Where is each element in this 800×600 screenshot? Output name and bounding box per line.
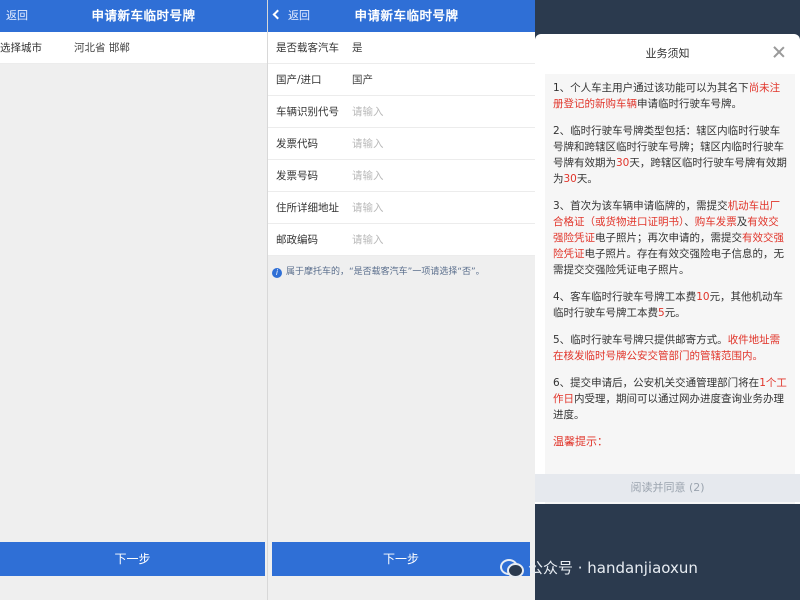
city-select-screen: 返回 申请新车临时号牌 选择城市 河北省 邯郸 下一步 xyxy=(0,0,267,600)
field-label: 邮政编码 xyxy=(276,234,318,246)
invoice-code-row: 发票代码 请输入 xyxy=(268,128,535,160)
notice-text: 电子照片；再次申请的，需提交 xyxy=(595,232,742,244)
modal-title: 业务须知 xyxy=(645,47,690,60)
notice-modal: 业务须知 1、个人车主用户通过该功能可以为其名下尚未注册登记的新购车辆申请临时行… xyxy=(535,34,800,504)
read-and-agree-button[interactable]: 阅读并同意 (2) xyxy=(535,474,800,502)
notice-item: 6、提交申请后，公安机关交通管理部门将在1个工作日内受理，期间可以通过网办进度查… xyxy=(553,375,787,423)
invoice-code-input[interactable]: 请输入 xyxy=(352,128,384,160)
highlight-text: 30 xyxy=(616,157,630,169)
highlight-text: 5 xyxy=(658,307,665,319)
domestic-import-value: 国产 xyxy=(352,74,373,86)
notice-screen: 业务须知 1、个人车主用户通过该功能可以为其名下尚未注册登记的新购车辆申请临时行… xyxy=(535,0,800,600)
highlight-text: 购车发票 xyxy=(694,216,737,228)
field-label: 是否载客汽车 xyxy=(276,42,339,54)
page-title: 申请新车临时号牌 xyxy=(354,8,459,23)
notice-content[interactable]: 1、个人车主用户通过该功能可以为其名下尚未注册登记的新购车辆申请临时行驶车号牌。… xyxy=(545,74,795,504)
notice-item: 1、个人车主用户通过该功能可以为其名下尚未注册登记的新购车辆申请临时行驶车号牌。 xyxy=(553,80,787,112)
tip-text: 属于摩托车的，“是否载客汽车”一项请选择“否”。 xyxy=(286,267,485,277)
city-label: 选择城市 xyxy=(0,42,42,54)
invoice-number-row: 发票号码 请输入 xyxy=(268,160,535,192)
wechat-icon xyxy=(500,558,524,578)
notice-text: 天。 xyxy=(576,173,598,185)
notice-text: 元。 xyxy=(664,307,686,319)
warm-tip-heading: 温馨提示： xyxy=(553,435,608,448)
field-label: 发票代码 xyxy=(276,138,318,150)
passenger-vehicle-row[interactable]: 是否载客汽车 是 xyxy=(268,32,535,64)
notice-text: 、 xyxy=(684,216,695,228)
page-title: 申请新车临时号牌 xyxy=(91,8,196,23)
notice-text: 电子照片。存在有效交强险电子信息的，无需提交交强险凭证电子照片。 xyxy=(553,248,784,276)
highlight-text: 10 xyxy=(696,291,710,303)
watermark: 公众号 · handanjiaoxun xyxy=(500,557,698,578)
field-label: 发票号码 xyxy=(276,170,318,182)
city-value: 河北省 邯郸 xyxy=(74,42,130,54)
info-icon: i xyxy=(272,268,282,278)
motorcycle-tip: i 属于摩托车的，“是否载客汽车”一项请选择“否”。 xyxy=(272,264,485,278)
vin-row: 车辆识别代号 请输入 xyxy=(268,96,535,128)
notice-item: 3、首次为该车辆申请临牌的，需提交机动车出厂合格证（或货物进口证明书）、购车发票… xyxy=(553,198,787,278)
notice-text: 3、首次为该车辆申请临牌的，需提交 xyxy=(553,200,728,212)
postal-code-input[interactable]: 请输入 xyxy=(352,224,384,256)
city-select-row[interactable]: 选择城市 河北省 邯郸 xyxy=(0,32,267,64)
notice-text: 5、临时行驶车号牌只提供邮寄方式。 xyxy=(553,334,728,346)
close-icon[interactable] xyxy=(772,45,786,59)
notice-item: 5、临时行驶车号牌只提供邮寄方式。收件地址需在核发临时号牌公安交管部门的管辖范围… xyxy=(553,332,787,364)
vin-input[interactable]: 请输入 xyxy=(352,96,384,128)
passenger-vehicle-value: 是 xyxy=(352,42,363,54)
notice-text: 及 xyxy=(736,216,748,228)
field-label: 国产/进口 xyxy=(276,74,322,86)
notice-item: 4、客车临时行驶车号牌工本费10元，其他机动车临时行驶车号牌工本费5元。 xyxy=(553,289,787,321)
notice-item: 2、临时行驶车号牌类型包括：辖区内临时行驶车号牌和跨辖区临时行驶车号牌；辖区内临… xyxy=(553,123,787,187)
address-input[interactable]: 请输入 xyxy=(352,192,384,224)
next-step-button[interactable]: 下一步 xyxy=(0,542,265,576)
header-bar: 返回 申请新车临时号牌 xyxy=(0,0,267,32)
notice-text: 4、客车临时行驶车号牌工本费 xyxy=(553,291,697,303)
watermark-text: 公众号 · handanjiaoxun xyxy=(528,559,698,577)
field-label: 车辆识别代号 xyxy=(276,106,339,118)
postal-code-row: 邮政编码 请输入 xyxy=(268,224,535,256)
address-row: 住所详细地址 请输入 xyxy=(268,192,535,224)
notice-text: 内受理，期间可以通过网办进度查询业务办理进度。 xyxy=(553,393,784,421)
vehicle-info-form-screen: 返回 申请新车临时号牌 是否载客汽车 是 国产/进口 国产 车辆识别代号 请输入… xyxy=(267,0,535,600)
notice-text: 1、个人车主用户通过该功能可以为其名下 xyxy=(553,82,749,94)
notice-text: 6、提交申请后，公安机关交通管理部门将在 xyxy=(553,377,760,389)
domestic-import-row[interactable]: 国产/进口 国产 xyxy=(268,64,535,96)
notice-text: 申请临时行驶车号牌。 xyxy=(637,98,742,110)
next-step-button[interactable]: 下一步 xyxy=(272,542,530,576)
invoice-number-input[interactable]: 请输入 xyxy=(352,160,384,192)
header-bar: 返回 申请新车临时号牌 xyxy=(268,0,535,32)
highlight-text: 30 xyxy=(563,173,577,185)
field-label: 住所详细地址 xyxy=(276,202,339,214)
